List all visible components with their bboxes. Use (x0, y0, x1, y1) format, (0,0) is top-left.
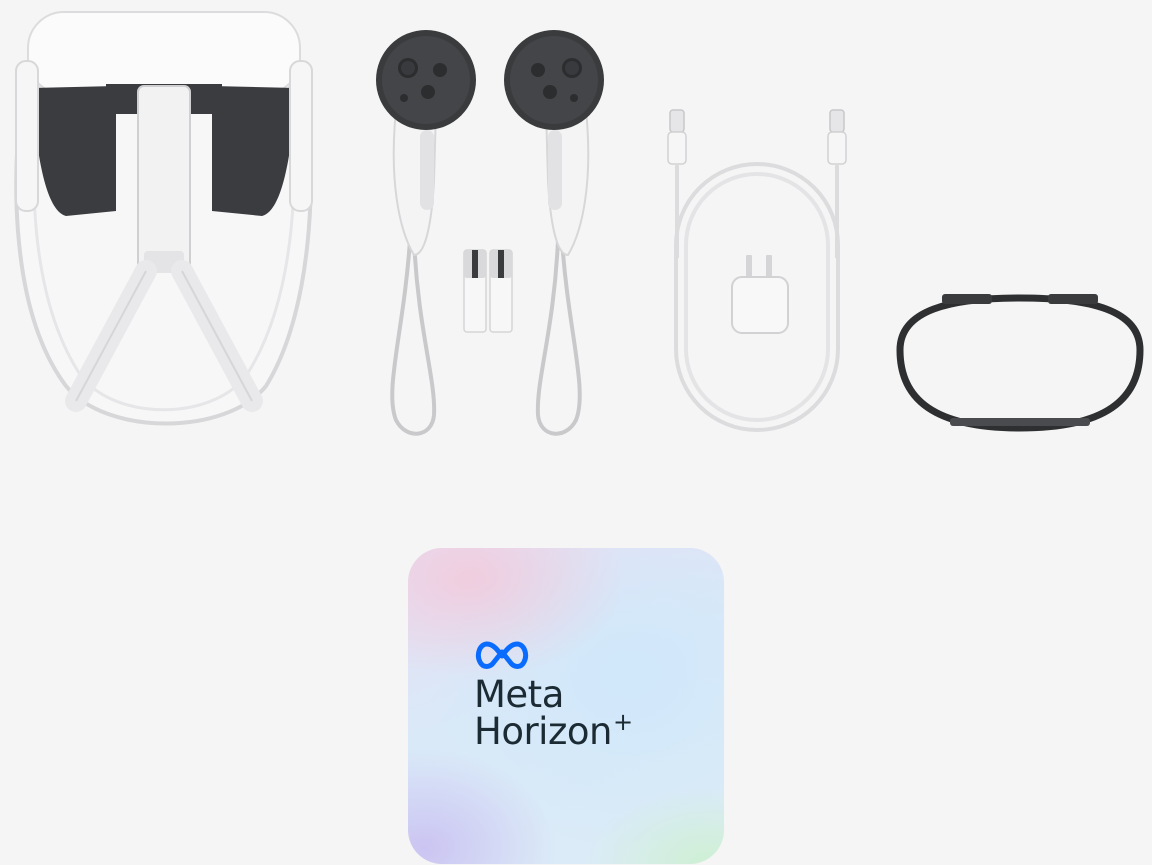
power-adapter-image (730, 255, 790, 335)
right-controller-image (498, 30, 608, 436)
meta-horizon-plus-card: Meta Horizon+ (408, 548, 724, 864)
meta-infinity-logo-icon (474, 640, 530, 675)
brand-line-2: Horizon+ (474, 708, 633, 755)
brand-plus-symbol: + (612, 708, 633, 736)
brand-line-1: Meta (474, 673, 564, 716)
left-controller-image (374, 30, 484, 436)
product-layout: Meta Horizon+ (0, 0, 1152, 865)
batteries-image (462, 249, 522, 334)
meta-horizon-plus-wordmark: Meta Horizon+ (474, 673, 633, 755)
headset-image (6, 6, 322, 436)
brand-horizon-text: Horizon (474, 710, 612, 753)
facial-spacer-image (890, 290, 1150, 435)
